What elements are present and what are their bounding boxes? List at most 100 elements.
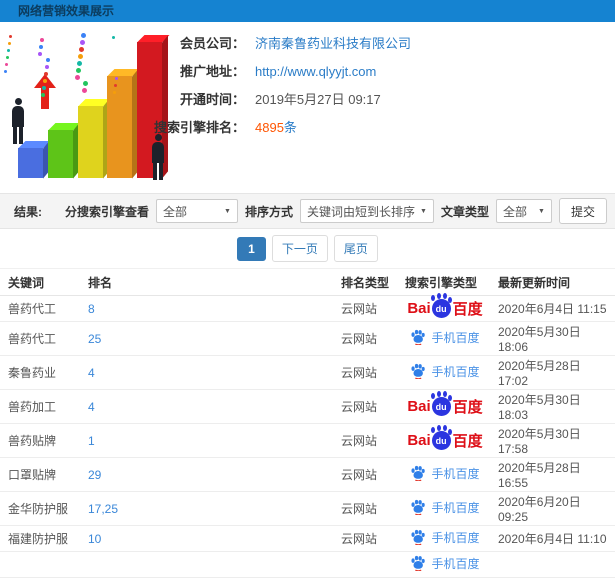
rank-link[interactable]: 10: [88, 532, 101, 546]
rank-type-cell: 云网站: [340, 423, 400, 458]
engine-cell: Bai du 百度: [400, 389, 490, 424]
confetti-dot: [5, 63, 8, 66]
baidu-logo[interactable]: Bai du 百度: [407, 393, 483, 417]
baidu-paw-icon: [411, 466, 426, 482]
baidu-logo-bai: Bai: [407, 432, 431, 449]
engine-cell: Bai du 百度: [400, 295, 490, 322]
mobile-baidu-link[interactable]: 手机百度: [410, 329, 480, 346]
ranking-count-number: 4895: [255, 120, 284, 135]
keyword-cell: 兽药代工: [0, 321, 80, 356]
promotion-url-link[interactable]: http://www.qlyyjt.com: [255, 58, 376, 86]
rank-type-cell: 云网站: [340, 389, 400, 424]
confetti-dot: [82, 88, 87, 93]
field-company: 会员公司： 济南秦鲁药业科技有限公司: [145, 30, 411, 58]
baidu-paw-icon: [411, 330, 426, 346]
confetti-dot: [79, 47, 84, 52]
keyword-cell: 兽药贴牌: [0, 423, 80, 458]
rank-link[interactable]: 17,25: [88, 502, 118, 516]
confetti-dot: [38, 52, 42, 56]
update-time-cell: 2020年5月30日 18:06: [490, 321, 615, 356]
header-update-time: 最新更新时间: [490, 268, 615, 296]
submit-button[interactable]: 提交: [558, 198, 607, 224]
rank-link[interactable]: 4: [88, 400, 95, 414]
filter-bar: 结果: 分搜索引擎查看 全部 ▼ 排序方式 关键词由短到长排序 ▼ 文章类型 全…: [0, 193, 615, 229]
confetti-dot: [83, 81, 88, 86]
url-label: 推广地址：: [179, 64, 245, 79]
mobile-baidu-link[interactable]: 手机百度: [410, 465, 480, 482]
baidu-logo[interactable]: Bai du 百度: [407, 295, 483, 319]
table-row: 福建防护服 10 云网站 手机百度 2020年6月4日 11:10: [0, 525, 615, 552]
confetti-dot: [113, 91, 116, 94]
chart-bar-orange: [107, 76, 132, 178]
mobile-baidu-label: 手机百度: [431, 530, 480, 545]
update-time-cell: 2020年5月28日 16:55: [490, 457, 615, 492]
rank-cell: 4: [80, 355, 340, 390]
sort-filter-select[interactable]: 关键词由短到长排序 ▼: [299, 199, 434, 223]
baidu-logo-bai: Bai: [407, 398, 431, 415]
keyword-cell: [0, 551, 80, 578]
rank-type-cell: 云网站: [340, 457, 400, 492]
rank-cell: 10: [80, 525, 340, 552]
next-page-button[interactable]: 下一页: [271, 235, 328, 262]
rank-cell: 8: [80, 295, 340, 322]
table-row: 金华防护服 17,25 云网站 手机百度 2020年6月20日 09:25: [0, 491, 615, 526]
chart-bar-yellow: [78, 106, 103, 178]
profile-fields: 会员公司： 济南秦鲁药业科技有限公司 推广地址： http://www.qlyy…: [145, 30, 411, 142]
company-label: 会员公司：: [179, 36, 245, 51]
confetti-dot: [7, 49, 10, 52]
engine-filter-label: 分搜索引擎查看: [64, 204, 149, 219]
baidu-paw-icon: [411, 530, 426, 546]
engine-cell: 手机百度: [400, 525, 490, 552]
rank-link[interactable]: 8: [88, 302, 95, 316]
filter-controls: 分搜索引擎查看 全部 ▼ 排序方式 关键词由短到长排序 ▼ 文章类型 全部 ▼ …: [65, 198, 607, 224]
table-row: 兽药加工 4 云网站 Bai du 百度 2020年5月30日 18:03: [0, 389, 615, 424]
confetti-dot: [80, 40, 85, 45]
engine-filter-value: 全部: [162, 204, 187, 219]
confetti-dot: [39, 45, 43, 49]
confetti-dot: [78, 54, 83, 59]
rank-cell: 1: [80, 423, 340, 458]
keyword-cell: 兽药代工: [0, 295, 80, 322]
table-row: 手机百度: [0, 551, 615, 578]
rank-type-cell: 云网站: [340, 491, 400, 526]
confetti-dot: [9, 35, 12, 38]
rank-link[interactable]: 29: [88, 468, 101, 482]
update-time-cell: 2020年5月28日 17:02: [490, 355, 615, 390]
rank-type-cell: 云网站: [340, 295, 400, 322]
engine-cell: 手机百度: [400, 457, 490, 492]
baidu-paw-icon: du: [430, 295, 451, 318]
confetti-dot: [115, 77, 118, 80]
page-button-current[interactable]: 1: [237, 236, 266, 261]
rank-link[interactable]: 1: [88, 434, 95, 448]
chevron-down-icon: ▼: [538, 207, 545, 215]
update-time-cell: 2020年5月30日 18:03: [490, 389, 615, 424]
confetti-dot: [43, 79, 47, 83]
engine-filter-select[interactable]: 全部 ▼: [155, 199, 238, 223]
mobile-baidu-link[interactable]: 手机百度: [410, 529, 480, 546]
businessman-figure-left: [11, 98, 25, 144]
rank-cell: [80, 551, 340, 578]
article-type-label: 文章类型: [440, 204, 489, 219]
mobile-baidu-link[interactable]: 手机百度: [410, 499, 480, 516]
company-link[interactable]: 济南秦鲁药业科技有限公司: [255, 30, 411, 58]
baidu-logo[interactable]: Bai du 百度: [407, 427, 483, 451]
rank-type-cell: 云网站: [340, 321, 400, 356]
article-type-select[interactable]: 全部 ▼: [495, 199, 552, 223]
update-time-cell: 2020年6月4日 11:15: [490, 295, 615, 322]
result-section-label: 结果:: [14, 204, 42, 219]
mobile-baidu-link[interactable]: 手机百度: [410, 555, 480, 572]
rank-link[interactable]: 4: [88, 366, 95, 380]
header-rank-type: 排名类型: [340, 268, 400, 296]
rank-link[interactable]: 25: [88, 332, 101, 346]
ranking-count-label: 搜索引擎排名：: [153, 120, 245, 135]
table-row: 兽药代工 8 云网站 Bai du 百度 2020年6月4日 11:15: [0, 295, 615, 322]
rank-cell: 17,25: [80, 491, 340, 526]
mobile-baidu-link[interactable]: 手机百度: [410, 363, 480, 380]
rank-type-cell: 云网站: [340, 355, 400, 390]
table-row: 兽药贴牌 1 云网站 Bai du 百度 2020年5月30日 17:58: [0, 423, 615, 458]
engine-cell: 手机百度: [400, 355, 490, 390]
keyword-cell: 金华防护服: [0, 491, 80, 526]
rank-cell: 29: [80, 457, 340, 492]
rank-cell: 4: [80, 389, 340, 424]
last-page-button[interactable]: 尾页: [333, 235, 378, 262]
